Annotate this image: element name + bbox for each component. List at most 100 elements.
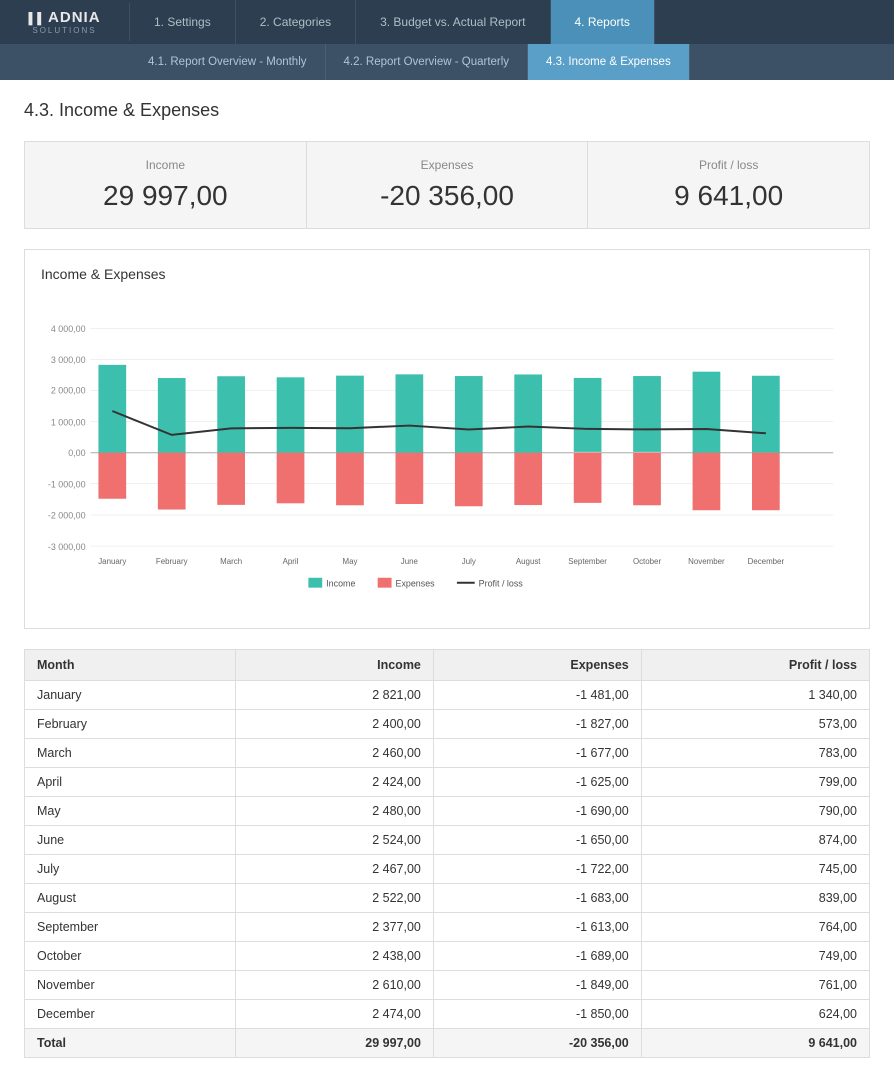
cell-income: 2 480,00 <box>236 797 434 826</box>
cell-profit: 874,00 <box>641 826 869 855</box>
cell-profit: 764,00 <box>641 913 869 942</box>
svg-text:4 000,00: 4 000,00 <box>51 324 86 334</box>
cell-income: 2 474,00 <box>236 1000 434 1029</box>
income-value: 29 997,00 <box>45 180 286 212</box>
cell-income: 2 467,00 <box>236 855 434 884</box>
table-row: April 2 424,00 -1 625,00 799,00 <box>25 768 870 797</box>
cell-expenses: -1 481,00 <box>433 681 641 710</box>
chart-title: Income & Expenses <box>41 266 853 282</box>
profit-card: Profit / loss 9 641,00 <box>588 142 869 228</box>
svg-text:1 000,00: 1 000,00 <box>51 417 86 427</box>
nav-budget[interactable]: 3. Budget vs. Actual Report <box>356 0 550 44</box>
cell-expenses: -1 722,00 <box>433 855 641 884</box>
col-profit: Profit / loss <box>641 650 869 681</box>
cell-total-profit: 9 641,00 <box>641 1029 869 1058</box>
svg-text:Expenses: Expenses <box>396 579 436 589</box>
nav-reports[interactable]: 4. Reports <box>551 0 655 44</box>
profit-value: 9 641,00 <box>608 180 849 212</box>
svg-text:Profit / loss: Profit / loss <box>479 579 524 589</box>
logo-text: ▌▌ADNIA <box>28 9 100 26</box>
table-row: March 2 460,00 -1 677,00 783,00 <box>25 739 870 768</box>
svg-text:March: March <box>220 557 242 566</box>
nav-items: 1. Settings 2. Categories 3. Budget vs. … <box>130 0 894 44</box>
cell-month: February <box>25 710 236 739</box>
svg-text:Income: Income <box>326 579 355 589</box>
col-income: Income <box>236 650 434 681</box>
col-month: Month <box>25 650 236 681</box>
subnav-income-expenses[interactable]: 4.3. Income & Expenses <box>528 44 690 80</box>
svg-text:October: October <box>633 557 661 566</box>
chart-section: Income & Expenses 4 000,00 3 000,00 2 <box>24 249 870 629</box>
table-row: May 2 480,00 -1 690,00 790,00 <box>25 797 870 826</box>
nav-categories[interactable]: 2. Categories <box>236 0 356 44</box>
cell-total-income: 29 997,00 <box>236 1029 434 1058</box>
profit-label: Profit / loss <box>608 158 849 172</box>
cell-profit: 573,00 <box>641 710 869 739</box>
svg-text:September: September <box>568 557 607 566</box>
cell-month: July <box>25 855 236 884</box>
cell-profit: 783,00 <box>641 739 869 768</box>
table-row: January 2 821,00 -1 481,00 1 340,00 <box>25 681 870 710</box>
cell-income: 2 438,00 <box>236 942 434 971</box>
expenses-card: Expenses -20 356,00 <box>307 142 589 228</box>
svg-text:0,00: 0,00 <box>68 448 85 458</box>
chart-container: 4 000,00 3 000,00 2 000,00 1 000,00 0,00… <box>41 292 853 612</box>
table-row: February 2 400,00 -1 827,00 573,00 <box>25 710 870 739</box>
cell-expenses: -1 683,00 <box>433 884 641 913</box>
svg-text:January: January <box>98 557 126 566</box>
table-row: September 2 377,00 -1 613,00 764,00 <box>25 913 870 942</box>
cell-profit: 839,00 <box>641 884 869 913</box>
cell-expenses: -1 650,00 <box>433 826 641 855</box>
cell-month: October <box>25 942 236 971</box>
subnav-monthly[interactable]: 4.1. Report Overview - Monthly <box>130 44 326 80</box>
cell-profit: 1 340,00 <box>641 681 869 710</box>
svg-text:April: April <box>283 557 299 566</box>
cell-income: 2 424,00 <box>236 768 434 797</box>
data-table: Month Income Expenses Profit / loss Janu… <box>24 649 870 1058</box>
svg-text:May: May <box>342 557 357 566</box>
cell-total-expenses: -20 356,00 <box>433 1029 641 1058</box>
cell-profit: 761,00 <box>641 971 869 1000</box>
svg-text:2 000,00: 2 000,00 <box>51 386 86 396</box>
main-content: 4.3. Income & Expenses Income 29 997,00 … <box>0 80 894 1078</box>
svg-text:December: December <box>748 557 785 566</box>
cell-income: 2 522,00 <box>236 884 434 913</box>
cell-month: November <box>25 971 236 1000</box>
cell-expenses: -1 689,00 <box>433 942 641 971</box>
cell-month: January <box>25 681 236 710</box>
cell-expenses: -1 677,00 <box>433 739 641 768</box>
cell-income: 2 610,00 <box>236 971 434 1000</box>
table-row: October 2 438,00 -1 689,00 749,00 <box>25 942 870 971</box>
cell-expenses: -1 613,00 <box>433 913 641 942</box>
cell-expenses: -1 625,00 <box>433 768 641 797</box>
col-expenses: Expenses <box>433 650 641 681</box>
cell-month: September <box>25 913 236 942</box>
logo-sub: SOLUTIONS <box>32 26 96 35</box>
cell-profit: 790,00 <box>641 797 869 826</box>
sub-navigation: 4.1. Report Overview - Monthly 4.2. Repo… <box>0 44 894 80</box>
cell-month: March <box>25 739 236 768</box>
expenses-label: Expenses <box>327 158 568 172</box>
cell-income: 2 400,00 <box>236 710 434 739</box>
cell-profit: 749,00 <box>641 942 869 971</box>
expenses-value: -20 356,00 <box>327 180 568 212</box>
cell-expenses: -1 849,00 <box>433 971 641 1000</box>
cell-income: 2 460,00 <box>236 739 434 768</box>
cell-income: 2 377,00 <box>236 913 434 942</box>
cell-month: August <box>25 884 236 913</box>
svg-text:July: July <box>462 557 476 566</box>
subnav-quarterly[interactable]: 4.2. Report Overview - Quarterly <box>326 44 529 80</box>
svg-text:-1 000,00: -1 000,00 <box>48 480 86 490</box>
table-total-row: Total 29 997,00 -20 356,00 9 641,00 <box>25 1029 870 1058</box>
logo: ▌▌ADNIA SOLUTIONS <box>0 3 130 41</box>
nav-settings[interactable]: 1. Settings <box>130 0 236 44</box>
cell-profit: 745,00 <box>641 855 869 884</box>
svg-text:June: June <box>401 557 419 566</box>
cell-expenses: -1 690,00 <box>433 797 641 826</box>
table-row: August 2 522,00 -1 683,00 839,00 <box>25 884 870 913</box>
svg-text:August: August <box>516 557 541 566</box>
svg-text:November: November <box>688 557 725 566</box>
cell-income: 2 821,00 <box>236 681 434 710</box>
cell-month: December <box>25 1000 236 1029</box>
income-card: Income 29 997,00 <box>25 142 307 228</box>
